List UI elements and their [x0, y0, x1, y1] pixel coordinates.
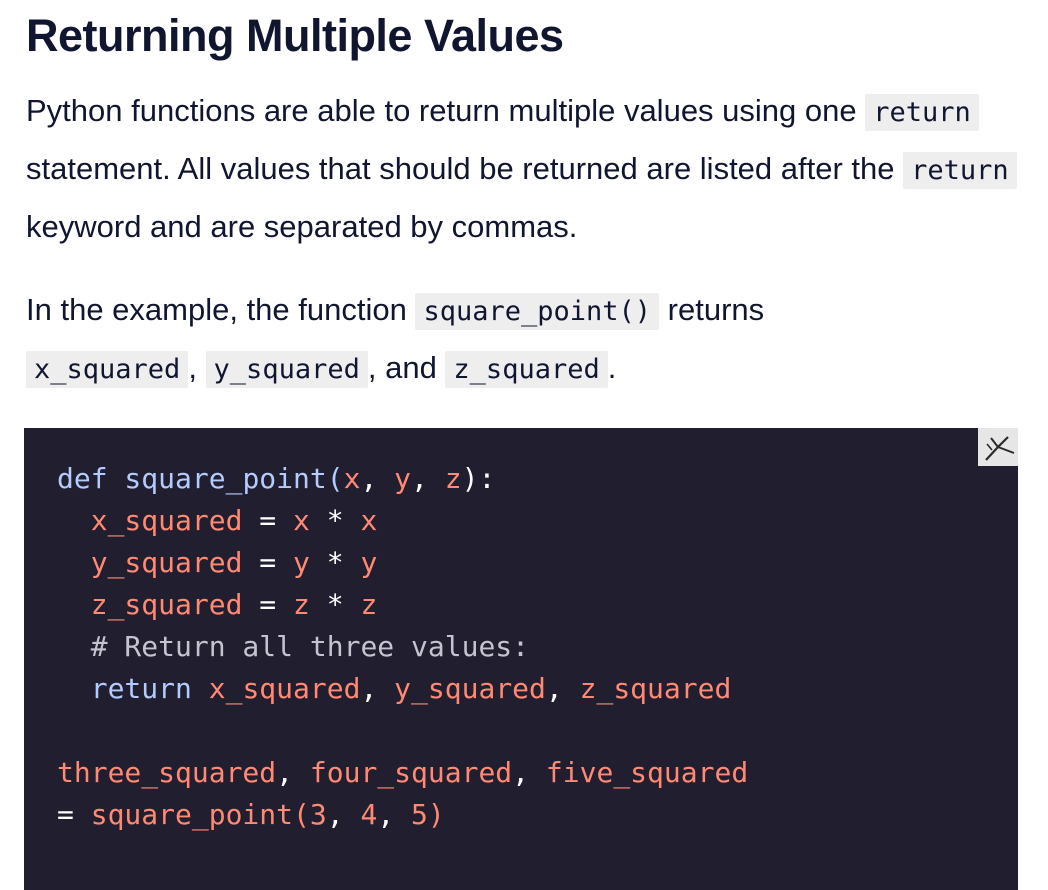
code-variable: x_squared — [208, 672, 361, 705]
code-variable: z — [293, 588, 310, 621]
inline-code: y_squared — [205, 351, 368, 388]
code-line-5: # Return all three values: — [57, 630, 529, 663]
code-operator: = — [242, 546, 294, 579]
para-text: Python functions are able to return mult… — [26, 93, 866, 128]
code-punct: ) — [427, 798, 445, 831]
code-variable: y — [360, 546, 378, 579]
para-text: keyword and are separated by commas. — [26, 209, 578, 244]
para-text: returns — [659, 292, 765, 327]
code-operator: = — [57, 798, 91, 831]
expand-icon[interactable] — [978, 428, 1018, 466]
code-function-call: square_point( — [90, 798, 310, 831]
code-variable: z_squared — [90, 588, 243, 621]
code-line-3: y_squared = y * y — [57, 546, 378, 579]
code-punct: ): — [461, 462, 496, 495]
inline-code: return — [865, 94, 979, 131]
para-text: , — [188, 350, 206, 385]
code-punct: , — [545, 672, 580, 705]
code-variable: z — [360, 588, 378, 621]
code-variable: y_squared — [90, 546, 243, 579]
code-operator: = — [242, 504, 294, 537]
code-operator: * — [309, 546, 361, 579]
para-text: statement. All values that should be ret… — [26, 151, 904, 186]
code-variable: five_squared — [545, 756, 749, 789]
code-variable: four_squared — [309, 756, 513, 789]
code-number: 5 — [411, 798, 428, 831]
code-punct: , — [276, 756, 310, 789]
code-param: z — [444, 462, 462, 495]
intro-paragraph: Python functions are able to return mult… — [26, 83, 1026, 255]
code-variable: three_squared — [57, 756, 277, 789]
code-punct: , — [360, 462, 395, 495]
code-param: x — [343, 462, 361, 495]
code-comment: # Return all three values: — [90, 630, 530, 663]
code-punct: , — [326, 798, 361, 831]
code-variable: y — [293, 546, 310, 579]
code-punct: , — [512, 756, 546, 789]
code-keyword: return — [90, 672, 192, 705]
code-line-2: x_squared = x * x — [57, 504, 378, 537]
code-line-8: three_squared, four_squared, five_square… — [57, 756, 748, 789]
code-line-6: return x_squared, y_squared, z_squared — [57, 672, 732, 705]
code-punct — [192, 672, 209, 705]
example-paragraph: In the example, the function square_poin… — [26, 282, 1026, 398]
code-content: def square_point(x, y, z): x_squared = x… — [57, 458, 748, 836]
page-title: Returning Multiple Values — [26, 10, 564, 61]
code-punct: , — [360, 672, 395, 705]
code-operator: = — [242, 588, 294, 621]
inline-code: return — [903, 152, 1017, 189]
inline-code: square_point() — [415, 293, 660, 330]
para-text: , and — [367, 350, 446, 385]
code-variable: x — [360, 504, 378, 537]
code-punct: , — [377, 798, 412, 831]
code-function-name: square_point( — [107, 462, 344, 495]
code-operator: * — [309, 588, 361, 621]
inline-code: x_squared — [26, 351, 189, 388]
para-text: In the example, the function — [26, 292, 416, 327]
code-number: 4 — [360, 798, 378, 831]
code-variable: x_squared — [90, 504, 243, 537]
code-line-1: def square_point(x, y, z): — [57, 462, 495, 495]
code-variable: y_squared — [394, 672, 546, 705]
code-param: y — [394, 462, 412, 495]
code-variable: x — [293, 504, 310, 537]
para-text: . — [607, 350, 617, 385]
code-operator: * — [309, 504, 361, 537]
code-line-9: = square_point(3, 4, 5) — [57, 798, 445, 831]
code-punct: , — [411, 462, 445, 495]
code-variable: z_squared — [579, 672, 732, 705]
code-block[interactable]: def square_point(x, y, z): x_squared = x… — [24, 428, 1018, 890]
code-number: 3 — [309, 798, 327, 831]
code-keyword: def — [57, 462, 108, 495]
inline-code: z_squared — [445, 351, 608, 388]
code-line-4: z_squared = z * z — [57, 588, 378, 621]
